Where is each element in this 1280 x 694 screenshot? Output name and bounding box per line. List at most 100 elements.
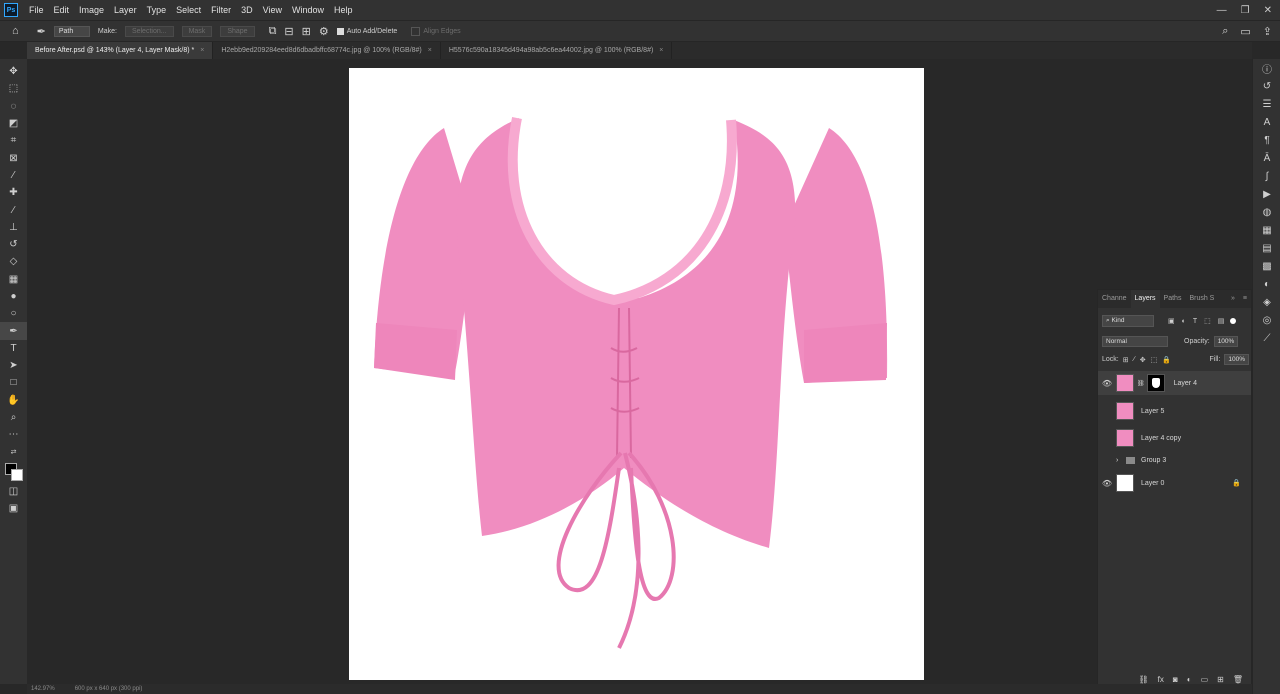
shape-button[interactable]: Shape [220, 25, 255, 37]
search-icon[interactable]: ⌕ [1222, 25, 1228, 38]
dodge-tool-icon[interactable]: ○ [0, 305, 27, 322]
minimize-button[interactable]: — [1217, 5, 1227, 16]
menu-image[interactable]: Image [74, 0, 109, 20]
blur-tool-icon[interactable]: ● [0, 288, 27, 305]
properties-icon[interactable]: ☰ [1253, 95, 1280, 113]
mode-select[interactable]: Path [53, 25, 90, 37]
character-icon[interactable]: A [1253, 113, 1280, 131]
tab-before-after[interactable]: Before After.psd @ 143% (Layer 4, Layer … [27, 42, 214, 59]
hand-tool-icon[interactable]: ✋ [0, 392, 27, 409]
restore-button[interactable]: ❐ [1241, 5, 1250, 16]
menu-help[interactable]: Help [329, 0, 358, 20]
panel-menu-icon[interactable]: ≡ [1239, 290, 1251, 308]
selection-button[interactable]: Selection... [124, 25, 174, 37]
kind-filter-select[interactable]: ⌕ Kind [1102, 315, 1154, 327]
add-mask-icon[interactable]: ◙ [1173, 675, 1178, 684]
path-selection-tool-icon[interactable]: ➤ [0, 357, 27, 374]
lock-transparent-icon[interactable]: ⊞ [1123, 356, 1129, 364]
brush-tool-icon[interactable]: ∕ [0, 201, 27, 218]
swap-colors-icon[interactable]: ⇄ [0, 444, 27, 461]
swatches-icon[interactable]: ▦ [1253, 221, 1280, 239]
share-icon[interactable]: ⇪ [1263, 25, 1272, 38]
layers-icon[interactable]: ◈ [1253, 293, 1280, 311]
adjustments-icon[interactable]: ◐ [1253, 275, 1280, 293]
clone-stamp-tool-icon[interactable]: ⊥ [0, 219, 27, 236]
layer-row-layer-5[interactable]: Layer 5 [1098, 399, 1251, 423]
lock-image-icon[interactable]: ∕ [1134, 356, 1135, 363]
filter-adjustment-icon[interactable]: ◐ [1182, 318, 1186, 325]
healing-brush-tool-icon[interactable]: ✚ [0, 184, 27, 201]
mask-button[interactable]: Mask [181, 25, 213, 37]
move-tool-icon[interactable]: ✥ [0, 63, 27, 80]
layer-row-layer-0[interactable]: 👁 Layer 0 🔒 [1098, 471, 1251, 495]
actions-icon[interactable]: ▶ [1253, 185, 1280, 203]
lock-artboard-icon[interactable]: ⬚ [1151, 356, 1158, 364]
filter-shape-icon[interactable]: ⬚ [1204, 317, 1211, 325]
zoom-tool-icon[interactable]: ⌕ [0, 409, 27, 426]
path-arrangement-icon[interactable]: ⊞ [302, 25, 311, 38]
document-canvas[interactable] [349, 68, 924, 680]
history-icon[interactable]: ↺ [1253, 77, 1280, 95]
channels-icon[interactable]: ◎ [1253, 311, 1280, 329]
rectangle-tool-icon[interactable]: □ [0, 374, 27, 391]
brush-settings-icon[interactable]: ∫ [1253, 167, 1280, 185]
paths-icon[interactable]: ⟋ [1253, 329, 1280, 347]
pen-tool-icon[interactable]: ✒ [0, 322, 27, 340]
more-tools-icon[interactable]: ⋯ [0, 426, 27, 443]
layer-row-group-3[interactable]: › Group 3 [1098, 452, 1251, 468]
marquee-tool-icon[interactable]: ⬚ [0, 80, 27, 97]
link-layers-icon[interactable]: ⛓ [1139, 675, 1149, 684]
tab-h5576[interactable]: H5576c590a18345d494a98ab5c6ea44002.jpg @… [440, 42, 673, 59]
new-group-icon[interactable]: ▭ [1201, 675, 1209, 684]
lock-all-icon[interactable]: 🔒 [1162, 356, 1171, 364]
visibility-eye-icon[interactable]: 👁 [1098, 479, 1116, 488]
layer-style-fx-icon[interactable]: fx [1158, 675, 1164, 684]
home-icon[interactable]: ⌂ [12, 25, 19, 37]
menu-file[interactable]: File [24, 0, 49, 20]
paragraph-icon[interactable]: ¶ [1253, 131, 1280, 149]
layer-mask-thumbnail[interactable] [1146, 374, 1165, 392]
object-selection-tool-icon[interactable]: ◩ [0, 115, 27, 132]
layer-row-layer-4-copy[interactable]: Layer 4 copy [1098, 426, 1251, 450]
color-icon[interactable]: ◍ [1253, 203, 1280, 221]
path-alignment-icon[interactable]: ⊟ [284, 25, 293, 38]
fill-input[interactable]: 100% [1224, 354, 1249, 365]
quick-mask-icon[interactable]: ◫ [0, 483, 27, 500]
menu-window[interactable]: Window [287, 0, 329, 20]
menu-type[interactable]: Type [142, 0, 172, 20]
tab-brush-settings[interactable]: Brush S [1185, 290, 1218, 308]
background-color-swatch[interactable] [11, 468, 23, 481]
close-button[interactable]: ✕ [1264, 5, 1272, 16]
filter-pixel-icon[interactable]: ▣ [1168, 317, 1175, 325]
pen-tool-preset-icon[interactable]: ✒ [37, 25, 46, 38]
blend-mode-select[interactable]: Normal [1102, 336, 1168, 347]
delete-layer-icon[interactable]: 🗑 [1233, 675, 1243, 684]
expand-group-chevron-icon[interactable]: › [1116, 457, 1126, 464]
filter-toggle[interactable] [1230, 318, 1237, 324]
eyedropper-tool-icon[interactable]: ⁄ [0, 167, 27, 184]
lock-position-icon[interactable]: ✥ [1140, 356, 1146, 364]
menu-select[interactable]: Select [171, 0, 206, 20]
lasso-tool-icon[interactable]: ◌ [0, 98, 27, 115]
frame-tool-icon[interactable]: ⊠ [0, 149, 27, 166]
history-brush-tool-icon[interactable]: ↺ [0, 236, 27, 253]
gradients-icon[interactable]: ▤ [1253, 239, 1280, 257]
filter-type-icon[interactable]: T [1193, 318, 1197, 325]
layer-row-layer-4[interactable]: 👁 ⛓ Layer 4 [1098, 371, 1251, 395]
close-tab-icon[interactable]: × [428, 47, 432, 54]
align-edges-checkbox[interactable] [411, 26, 421, 36]
eraser-tool-icon[interactable]: ◇ [0, 253, 27, 270]
link-icon[interactable]: ⛓ [1137, 380, 1145, 387]
close-tab-icon[interactable]: × [659, 47, 663, 54]
color-swatches[interactable] [0, 461, 27, 483]
panel-expand-icon[interactable]: » [1227, 290, 1239, 308]
new-adjustment-icon[interactable]: ◐ [1187, 675, 1192, 684]
path-operations-icon[interactable]: ⧉ [269, 25, 277, 38]
menu-filter[interactable]: Filter [206, 0, 236, 20]
patterns-icon[interactable]: ▩ [1253, 257, 1280, 275]
visibility-eye-icon[interactable]: 👁 [1098, 379, 1116, 388]
zoom-level[interactable]: 142.97% [31, 686, 55, 692]
filter-smart-object-icon[interactable]: ▤ [1218, 317, 1225, 325]
glyphs-icon[interactable]: Ā [1253, 149, 1280, 167]
new-layer-icon[interactable]: ⊞ [1217, 675, 1224, 684]
